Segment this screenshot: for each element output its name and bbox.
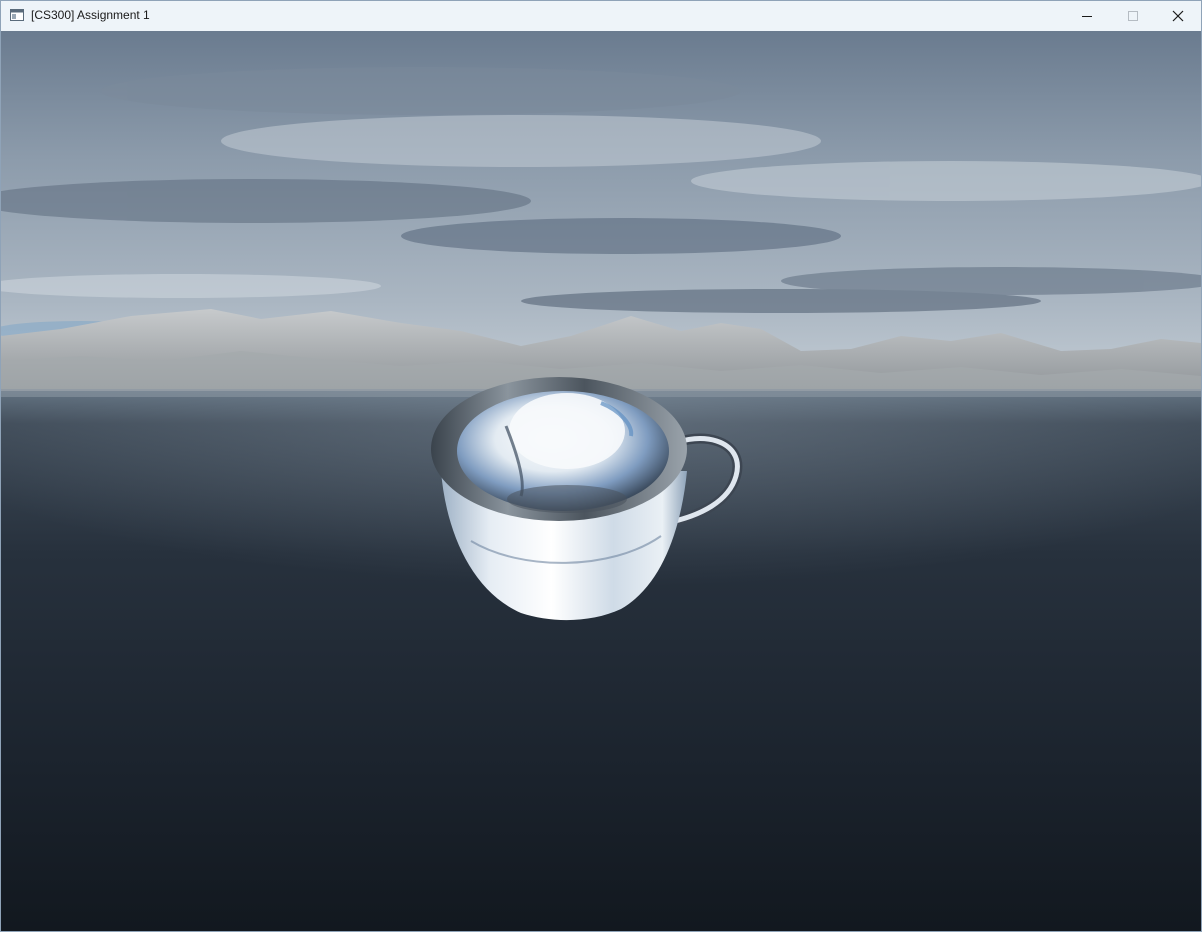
- maximize-button[interactable]: [1110, 1, 1156, 31]
- window-title: [CS300] Assignment 1: [31, 8, 150, 22]
- render-viewport[interactable]: [1, 31, 1201, 931]
- minimize-icon: [1082, 16, 1092, 17]
- app-window-icon: [10, 9, 24, 21]
- minimize-button[interactable]: [1064, 1, 1110, 31]
- title-bar[interactable]: [CS300] Assignment 1: [1, 1, 1201, 31]
- app-window: [CS300] Assignment 1: [0, 0, 1202, 932]
- 3d-scene: [1, 31, 1201, 931]
- maximize-icon: [1128, 11, 1138, 21]
- close-icon: [1172, 10, 1184, 22]
- close-button[interactable]: [1155, 1, 1201, 31]
